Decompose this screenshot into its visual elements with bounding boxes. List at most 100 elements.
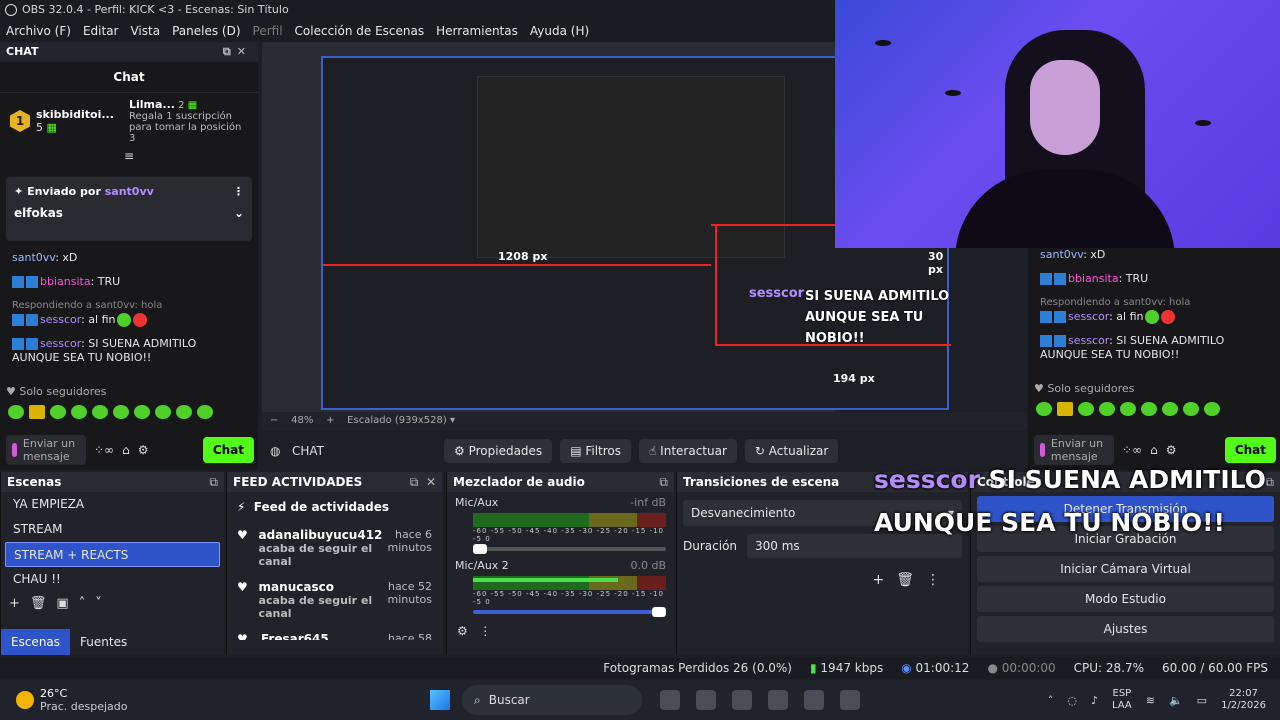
filter-icon[interactable]: ▣ — [56, 596, 78, 611]
float-icon[interactable]: ⧉ — [223, 45, 237, 58]
arrow-down-icon[interactable]: ˅ — [95, 596, 112, 611]
chat-send-button[interactable]: Chat — [202, 437, 254, 463]
chat-message: sant0vv: xD — [12, 251, 246, 265]
trash-icon[interactable]: 🗑 — [896, 572, 926, 588]
emote-icon[interactable] — [92, 405, 108, 419]
copilot-icon[interactable] — [732, 690, 752, 710]
refresh-button[interactable]: ↻ Actualizar — [744, 439, 839, 463]
chrome-icon[interactable] — [804, 690, 824, 710]
store-icon[interactable]: ⌂ — [122, 443, 130, 457]
emote-icon[interactable] — [134, 405, 150, 419]
scene-item[interactable]: CHAU !! — [5, 567, 220, 592]
gifter-first[interactable]: 1 skibbiditoi... 5 ▦ — [10, 99, 129, 143]
scene-item[interactable]: STREAM — [5, 517, 220, 542]
meter-ticks: -60 -55 -50 -45 -40 -35 -30 -25 -20 -15 … — [473, 527, 665, 543]
emote-icon[interactable] — [155, 405, 171, 419]
scene-item[interactable]: YA EMPIEZA — [5, 492, 220, 517]
emote-icon[interactable] — [8, 405, 24, 419]
menu-editar[interactable]: Editar — [83, 20, 119, 42]
add-icon[interactable]: + — [872, 572, 896, 588]
windows-start-icon[interactable] — [430, 690, 450, 710]
clock[interactable]: 22:07 1/2/2026 — [1221, 688, 1266, 712]
studio-mode-button[interactable]: Modo Estudio — [977, 586, 1274, 612]
chat-user: sesscor — [1068, 334, 1110, 347]
chevron-down-icon[interactable]: ▾ — [450, 415, 455, 426]
emote-icon[interactable] — [113, 405, 129, 419]
trash-icon[interactable]: 🗑 — [30, 596, 57, 611]
tab-scenes[interactable]: Escenas — [1, 629, 71, 655]
volume-slider[interactable] — [473, 544, 666, 554]
zoom-out-icon[interactable]: − — [270, 415, 278, 426]
float-icon[interactable]: ⧉ — [659, 472, 674, 492]
streamer-face — [1030, 60, 1100, 155]
expand-icon[interactable]: ≡ — [0, 149, 258, 163]
tab-sources[interactable]: Fuentes — [70, 629, 137, 655]
menu-bar: Archivo (F) Editar Vista Paneles (D) Per… — [0, 20, 835, 42]
scene-item-selected[interactable]: STREAM + REACTS — [5, 542, 220, 567]
chat-input[interactable]: Enviar un mensaje — [6, 435, 86, 465]
dropped-frames: Fotogramas Perdidos 26 (0.0%) — [603, 661, 792, 675]
arrow-up-icon[interactable]: ˄ — [79, 596, 96, 611]
emote-icon[interactable] — [197, 405, 213, 419]
chevron-up-icon[interactable]: ˄ — [1048, 694, 1054, 707]
chat-message: sesscor: SI SUENA ADMITILO AUNQUE SEA TU… — [12, 337, 246, 365]
menu-archivo[interactable]: Archivo (F) — [6, 20, 71, 42]
menu-paneles[interactable]: Paneles (D) — [172, 20, 240, 42]
menu-vista[interactable]: Vista — [130, 20, 160, 42]
gifter-second[interactable]: Lilma... 2 ▦ Regala 1 suscripción para t… — [129, 99, 248, 144]
more-icon[interactable]: ⋮ — [479, 624, 491, 638]
language-indicator[interactable]: ESP LAA — [1112, 688, 1132, 712]
chat-dock-header: CHAT ⧉✕ — [0, 42, 258, 62]
network-icon[interactable]: ◌ — [1067, 694, 1077, 707]
mic-tray-icon[interactable]: ♪ — [1091, 694, 1098, 707]
gifter-leaderboard: 1 skibbiditoi... 5 ▦ Lilma... 2 ▦ Regala… — [0, 93, 258, 149]
emote-icon[interactable] — [29, 405, 45, 419]
gear-icon[interactable]: ⚙ — [457, 624, 468, 638]
settings-button[interactable]: Ajustes — [977, 616, 1274, 642]
volume-slider[interactable] — [473, 607, 666, 617]
properties-button[interactable]: ⚙ Propiedades — [444, 439, 553, 463]
more-icon[interactable]: ⋮ — [926, 572, 952, 588]
file-explorer-icon[interactable] — [768, 690, 788, 710]
add-icon[interactable]: + — [9, 596, 30, 611]
heart-icon: ♥ — [1034, 382, 1044, 395]
virtual-camera-button[interactable]: Iniciar Cámara Virtual — [977, 556, 1274, 582]
float-icon[interactable]: ⧉ — [410, 475, 419, 489]
chat-user[interactable]: sesscor — [40, 313, 81, 326]
weather-widget[interactable]: 26°C Prac. despejado — [0, 687, 430, 713]
people-icon[interactable]: ⁘∞ — [94, 443, 114, 457]
menu-perfil[interactable]: Perfil — [253, 20, 283, 42]
menu-herramientas[interactable]: Herramientas — [436, 20, 518, 42]
record-time: 00:00:00 — [1001, 661, 1056, 675]
signal-icon: ▮ — [809, 661, 817, 675]
emote-icon[interactable] — [71, 405, 87, 419]
emote-icon[interactable] — [176, 405, 192, 419]
interact-button[interactable]: ☝ Interactuar — [639, 439, 737, 463]
obs-app-icon[interactable] — [840, 690, 860, 710]
wifi-icon[interactable]: ≋ — [1146, 694, 1155, 707]
menu-ayuda[interactable]: Ayuda (H) — [530, 20, 589, 42]
volume-icon[interactable]: 🔈 — [1169, 694, 1183, 707]
menu-coleccion[interactable]: Colección de Escenas — [295, 20, 425, 42]
feed-item: ♥ Fresar645 hace 58 minutos — [227, 626, 442, 640]
emote-icon[interactable] — [50, 405, 66, 419]
zoom-in-icon[interactable]: + — [326, 415, 334, 426]
chat-user[interactable]: sant0vv — [12, 251, 55, 264]
mixer-channel: Mic/Aux -inf dB -60 -55 -50 -45 -40 -35 -… — [447, 492, 674, 555]
scale-mode-select[interactable]: Escalado (939x528) — [347, 415, 447, 426]
float-icon[interactable]: ⧉ — [209, 472, 224, 492]
filters-button[interactable]: ▤ Filtros — [560, 439, 632, 463]
gear-icon[interactable]: ⚙ — [138, 443, 149, 457]
battery-icon[interactable]: ▭ — [1197, 694, 1207, 707]
close-icon[interactable]: ✕ — [237, 45, 252, 58]
taskbar-search[interactable]: ⌕ Buscar — [462, 685, 642, 715]
chevron-down-icon[interactable]: ⌄ — [234, 206, 244, 220]
chat-user[interactable]: sesscor — [40, 337, 81, 350]
more-icon[interactable]: ⋮ — [233, 185, 244, 198]
obs-logo-icon — [5, 4, 17, 16]
preview-canvas[interactable]: 1208 px 194 px 30 px sesscor SI SUENA AD… — [262, 42, 951, 412]
task-view-icon[interactable] — [696, 690, 716, 710]
chat-user[interactable]: bbiansita — [40, 275, 91, 288]
widget-app-icon[interactable] — [660, 690, 680, 710]
close-icon[interactable]: ✕ — [426, 475, 436, 489]
